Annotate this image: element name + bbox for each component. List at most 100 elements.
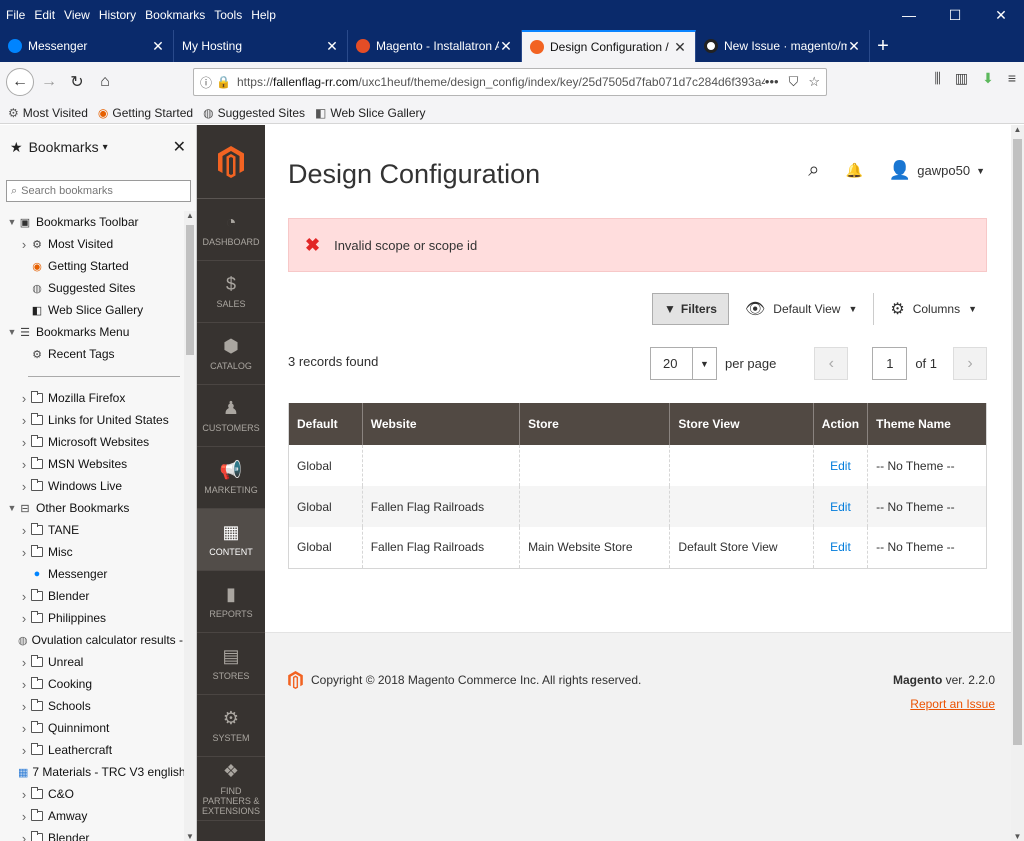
close-tab-icon[interactable]: ✕ xyxy=(673,39,687,56)
admin-nav-marketing[interactable]: 📢 MARKETING xyxy=(197,447,265,509)
bookmark-item[interactable]: › ⚙ Most Visited xyxy=(0,233,184,255)
collapsed-twisty-icon[interactable]: › xyxy=(18,677,30,692)
collapsed-twisty-icon[interactable]: › xyxy=(18,743,30,758)
column-header-website[interactable]: Website xyxy=(362,403,521,445)
admin-nav-system[interactable]: ⚙ SYSTEM xyxy=(197,695,265,757)
scroll-up-icon[interactable]: ▲ xyxy=(1011,125,1024,134)
page-actions-icon[interactable]: ••• xyxy=(765,74,779,90)
bookmark-folder[interactable]: › Cooking xyxy=(0,673,184,695)
search-bookmarks-input[interactable]: ⌕ Search bookmarks xyxy=(6,180,191,202)
page-number-input[interactable]: 1 xyxy=(872,347,908,380)
collapsed-twisty-icon[interactable]: › xyxy=(18,237,30,252)
notifications-bell-icon[interactable]: 🔔 xyxy=(845,162,862,179)
collapsed-twisty-icon[interactable]: › xyxy=(18,391,30,406)
bookmark-folder[interactable]: › Blender xyxy=(0,827,184,841)
bookmark-folder[interactable]: › Microsoft Websites xyxy=(0,431,184,453)
close-sidebar-icon[interactable]: ✕ xyxy=(173,137,186,157)
per-page-select[interactable]: 20 ▼ xyxy=(649,347,717,380)
info-icon[interactable]: ⓘ xyxy=(200,74,212,91)
column-header-store[interactable]: Store xyxy=(519,403,671,445)
collapsed-twisty-icon[interactable]: › xyxy=(18,831,30,841)
column-header-theme-name[interactable]: Theme Name xyxy=(867,403,987,445)
page-scrollbar[interactable]: ▲ ▼ xyxy=(1011,125,1024,841)
collapsed-twisty-icon[interactable]: › xyxy=(18,589,30,604)
pocket-icon[interactable]: ⛉ xyxy=(789,74,799,90)
bookmark-folder[interactable]: › Windows Live xyxy=(0,475,184,497)
bookmark-item[interactable]: ● Messenger xyxy=(0,563,184,585)
bookmark-folder[interactable]: › Philippines xyxy=(0,607,184,629)
bookmark-folder[interactable]: › Leathercraft xyxy=(0,739,184,761)
filters-button[interactable]: ▼ Filters xyxy=(651,293,729,325)
bookmark-folder[interactable]: › Misc xyxy=(0,541,184,563)
bookmark-getting-started[interactable]: ◉ Getting Started xyxy=(98,106,193,120)
forward-button[interactable]: → xyxy=(36,69,62,95)
tab-my-hosting[interactable]: My Hosting ✕ xyxy=(174,30,348,62)
collapsed-twisty-icon[interactable]: › xyxy=(18,435,30,450)
menu-bookmarks[interactable]: Bookmarks xyxy=(145,8,205,22)
expanded-twisty-icon[interactable]: ▼ xyxy=(6,503,18,513)
page-scroll-thumb[interactable] xyxy=(1013,139,1022,745)
bookmark-item[interactable]: ▼ ☰ Bookmarks Menu xyxy=(0,321,184,343)
global-search-icon[interactable]: ⌕ xyxy=(808,159,819,182)
sidebar-header[interactable]: ★ Bookmarks ▾ ✕ xyxy=(0,125,196,169)
download-icon[interactable]: ⬇ xyxy=(982,70,994,87)
menu-file[interactable]: File xyxy=(6,8,25,22)
admin-nav-sales[interactable]: $ SALES xyxy=(197,261,265,323)
bookmark-item[interactable]: ◍ Ovulation calculator results - Ba... xyxy=(0,629,196,651)
bookmark-item[interactable]: ◉ Getting Started xyxy=(0,255,184,277)
bookmark-suggested-sites[interactable]: ◍ Suggested Sites xyxy=(203,106,305,120)
magento-logo[interactable] xyxy=(197,125,265,199)
collapsed-twisty-icon[interactable]: › xyxy=(18,523,30,538)
sidebar-toggle-icon[interactable]: ▥ xyxy=(955,70,968,87)
sidebar-scrollbar[interactable]: ▲ ▼ xyxy=(184,211,196,841)
collapsed-twisty-icon[interactable]: › xyxy=(18,545,30,560)
column-header-action[interactable]: Action xyxy=(813,403,869,445)
bookmark-folder[interactable]: › Links for United States xyxy=(0,409,184,431)
bookmark-folder[interactable]: › Blender xyxy=(0,585,184,607)
bookmark-item[interactable]: ▦ 7 Materials - TRC V3 english xyxy=(0,761,186,783)
close-window-icon[interactable]: ✕ xyxy=(978,7,1024,24)
admin-nav-catalog[interactable]: ⬢ CATALOG xyxy=(197,323,265,385)
collapsed-twisty-icon[interactable]: › xyxy=(18,721,30,736)
bookmark-item[interactable]: ◧ Web Slice Gallery xyxy=(0,299,184,321)
reload-button[interactable]: ↻ xyxy=(64,69,90,95)
back-button[interactable]: ← xyxy=(6,68,34,96)
url-text[interactable]: https://fallenflag-rr.com/uxc1heuf/theme… xyxy=(237,75,765,89)
previous-page-button[interactable]: ‹ xyxy=(814,347,849,380)
columns-dropdown[interactable]: ⚙ Columns ▼ xyxy=(890,299,977,319)
bookmark-folder[interactable]: › Quinnimont xyxy=(0,717,184,739)
admin-nav-customers[interactable]: ♟ CUSTOMERS xyxy=(197,385,265,447)
hamburger-menu-icon[interactable]: ≡ xyxy=(1008,70,1016,87)
admin-nav-stores[interactable]: ▤ STORES xyxy=(197,633,265,695)
bookmark-folder[interactable]: › Mozilla Firefox xyxy=(0,387,184,409)
tab-messenger[interactable]: Messenger ✕ xyxy=(0,30,174,62)
menu-tools[interactable]: Tools xyxy=(214,8,242,22)
admin-nav-dashboard[interactable]: ◔ DASHBOARD xyxy=(197,199,265,261)
edit-link[interactable]: Edit xyxy=(813,445,869,486)
admin-nav-reports[interactable]: ▮ REPORTS xyxy=(197,571,265,633)
bookmark-star-icon[interactable]: ☆ xyxy=(808,74,820,90)
menu-edit[interactable]: Edit xyxy=(34,8,55,22)
bookmark-folder[interactable]: › C&O xyxy=(0,783,184,805)
tab-design-configuration-design[interactable]: Design Configuration / Design✕ xyxy=(522,30,696,62)
menu-history[interactable]: History xyxy=(99,8,136,22)
tab-new-issue-magento-magento[interactable]: New Issue · magento/magento✕ xyxy=(696,30,870,62)
collapsed-twisty-icon[interactable]: › xyxy=(18,655,30,670)
bookmark-folder[interactable]: › TANE xyxy=(0,519,184,541)
default-view-dropdown[interactable]: 👁 Default View ▼ xyxy=(745,299,857,319)
minimize-icon[interactable]: — xyxy=(886,7,932,24)
collapsed-twisty-icon[interactable]: › xyxy=(18,611,30,626)
collapsed-twisty-icon[interactable]: › xyxy=(18,699,30,714)
expanded-twisty-icon[interactable]: ▼ xyxy=(6,217,18,227)
admin-nav-content[interactable]: ▦ CONTENT xyxy=(197,509,265,571)
bookmark-item[interactable]: ▼ ⊟ Other Bookmarks xyxy=(0,497,184,519)
bookmark-item[interactable]: ◍ Suggested Sites xyxy=(0,277,184,299)
bookmark-folder[interactable]: › MSN Websites xyxy=(0,453,184,475)
admin-nav-find-partners-extensions[interactable]: ❖ FIND PARTNERS & EXTENSIONS xyxy=(197,757,265,821)
close-tab-icon[interactable]: ✕ xyxy=(151,38,165,55)
collapsed-twisty-icon[interactable]: › xyxy=(18,413,30,428)
collapsed-twisty-icon[interactable]: › xyxy=(18,809,30,824)
bookmark-item[interactable]: ⚙ Recent Tags xyxy=(0,343,184,365)
new-tab-button[interactable]: + xyxy=(870,30,896,62)
next-page-button[interactable]: › xyxy=(953,347,987,380)
